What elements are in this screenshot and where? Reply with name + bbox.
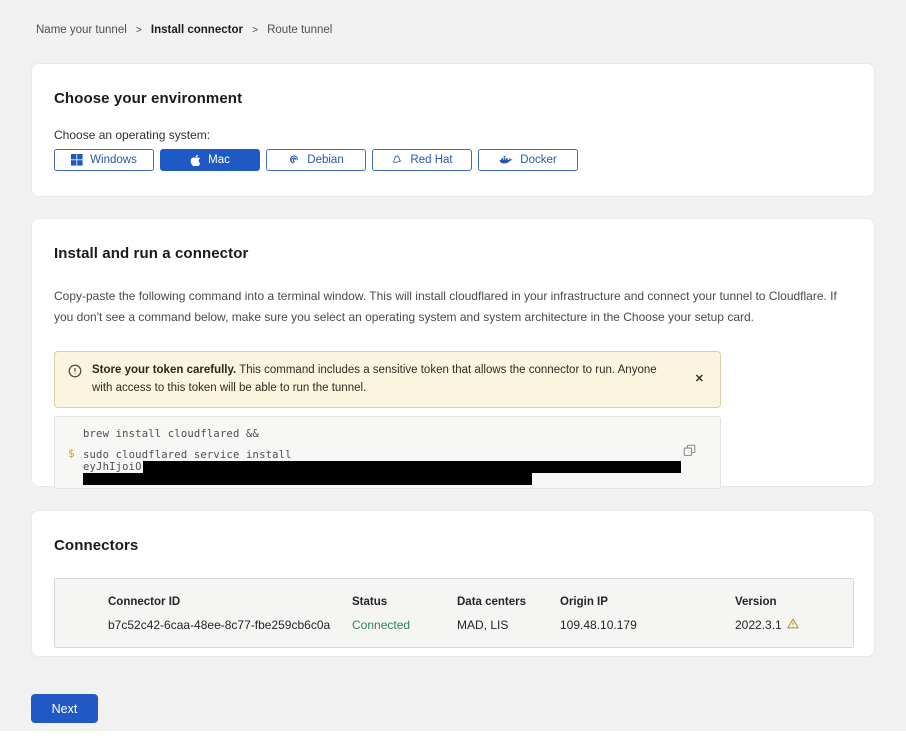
- docker-icon: [499, 154, 513, 166]
- os-button-label: Mac: [208, 154, 230, 166]
- token-warning-text: Store your token carefully. This command…: [92, 361, 662, 398]
- apple-icon: [190, 154, 201, 167]
- choose-environment-card: Choose your environment Choose an operat…: [31, 63, 875, 197]
- breadcrumb-separator: >: [252, 24, 258, 36]
- os-button-redhat[interactable]: Red Hat: [372, 149, 472, 171]
- data-centers-value: MAD, LIS: [457, 618, 560, 632]
- os-button-label: Debian: [307, 154, 343, 166]
- windows-icon: [71, 154, 83, 166]
- breadcrumb-route-tunnel[interactable]: Route tunnel: [267, 24, 332, 36]
- token-prefix: eyJhIjoiO: [83, 462, 142, 473]
- code-line-sudo: sudo cloudflared service install: [83, 449, 690, 461]
- connectors-card: Connectors Connector ID Status Data cent…: [31, 510, 875, 657]
- breadcrumb-name-your-tunnel[interactable]: Name your tunnel: [36, 24, 127, 36]
- install-connector-title: Install and run a connector: [54, 245, 852, 262]
- os-button-group: Windows Mac Debian Red Hat Docker: [54, 149, 852, 171]
- os-button-mac[interactable]: Mac: [160, 149, 260, 171]
- header-connector-id: Connector ID: [108, 596, 352, 608]
- connectors-table: Connector ID Status Data centers Origin …: [54, 578, 854, 648]
- header-origin-ip: Origin IP: [560, 596, 735, 608]
- install-connector-description: Copy-paste the following command into a …: [54, 286, 852, 328]
- token-warning-bold: Store your token carefully.: [92, 364, 236, 376]
- redhat-icon: [391, 154, 403, 166]
- breadcrumb-separator: >: [136, 24, 142, 36]
- warning-triangle-icon[interactable]: [787, 618, 799, 632]
- table-row: b7c52c42-6caa-48ee-8c77-fbe259cb6c0a Con…: [108, 618, 853, 632]
- status-badge: Connected: [352, 618, 457, 632]
- header-data-centers: Data centers: [457, 596, 560, 608]
- os-button-label: Windows: [90, 154, 137, 166]
- token-redaction-bar: [143, 461, 681, 473]
- os-button-windows[interactable]: Windows: [54, 149, 154, 171]
- token-redaction-bar: [83, 473, 532, 485]
- install-connector-card: Install and run a connector Copy-paste t…: [31, 218, 875, 487]
- copy-icon[interactable]: [683, 444, 696, 460]
- breadcrumb-install-connector[interactable]: Install connector: [151, 24, 243, 36]
- header-version: Version: [735, 596, 853, 608]
- close-icon[interactable]: ✕: [691, 372, 708, 387]
- connectors-title: Connectors: [54, 537, 852, 554]
- os-button-docker[interactable]: Docker: [478, 149, 578, 171]
- install-command-code-block: brew install cloudflared && $ sudo cloud…: [54, 416, 721, 489]
- origin-ip-value: 109.48.10.179: [560, 618, 735, 632]
- connectors-table-header: Connector ID Status Data centers Origin …: [108, 596, 853, 608]
- version-number: 2022.3.1: [735, 618, 782, 632]
- os-button-label: Red Hat: [410, 154, 452, 166]
- shell-prompt: $: [68, 447, 75, 460]
- code-line-token: eyJhIjoiO: [83, 462, 690, 473]
- code-line-brew: brew install cloudflared &&: [83, 428, 690, 440]
- debian-icon: [288, 154, 300, 166]
- breadcrumb: Name your tunnel > Install connector > R…: [0, 0, 906, 36]
- choose-environment-title: Choose your environment: [54, 90, 852, 107]
- os-button-label: Docker: [520, 154, 556, 166]
- version-value: 2022.3.1: [735, 618, 853, 632]
- info-circle-icon: [68, 364, 82, 383]
- next-button[interactable]: Next: [31, 694, 98, 723]
- token-warning-banner: Store your token carefully. This command…: [54, 351, 721, 408]
- connector-id-value: b7c52c42-6caa-48ee-8c77-fbe259cb6c0a: [108, 618, 352, 632]
- os-button-debian[interactable]: Debian: [266, 149, 366, 171]
- os-select-label: Choose an operating system:: [54, 128, 852, 142]
- footer-strip: [0, 731, 906, 740]
- header-status: Status: [352, 596, 457, 608]
